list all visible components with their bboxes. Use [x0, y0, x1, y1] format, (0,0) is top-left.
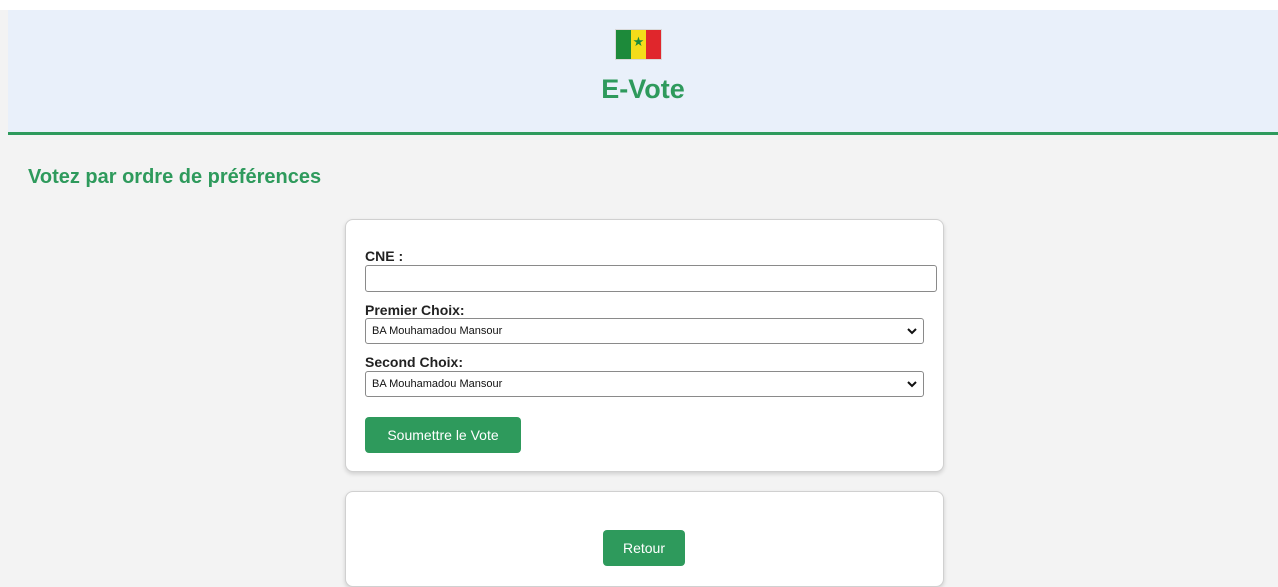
- senegal-flag-icon: ★: [615, 29, 662, 60]
- chevron-down-icon: [907, 381, 917, 388]
- top-strip: [0, 0, 1278, 10]
- second-choice-select[interactable]: BA Mouhamadou Mansour: [365, 371, 924, 397]
- cne-label: CNE :: [365, 248, 404, 264]
- page-heading: Votez par ordre de préférences: [28, 166, 322, 188]
- header: ★ E-Vote: [8, 10, 1278, 135]
- cne-input[interactable]: [365, 265, 937, 292]
- app-title: E-Vote: [601, 74, 685, 104]
- back-card: Retour: [345, 491, 944, 587]
- flag-band-red: [646, 30, 661, 59]
- flag-star-icon: ★: [632, 35, 645, 50]
- flag-band-green: [616, 30, 631, 59]
- second-choice-label: Second Choix:: [365, 354, 464, 370]
- vote-form-card: CNE : Premier Choix: BA Mouhamadou Manso…: [345, 219, 944, 472]
- first-choice-value: BA Mouhamadou Mansour: [372, 325, 503, 337]
- back-button[interactable]: Retour: [603, 530, 685, 566]
- first-choice-select[interactable]: BA Mouhamadou Mansour: [365, 318, 924, 344]
- flag-band-yellow: ★: [631, 30, 646, 59]
- first-choice-label: Premier Choix:: [365, 302, 465, 318]
- submit-vote-button[interactable]: Soumettre le Vote: [365, 417, 521, 453]
- chevron-down-icon: [907, 328, 917, 335]
- second-choice-value: BA Mouhamadou Mansour: [372, 378, 503, 390]
